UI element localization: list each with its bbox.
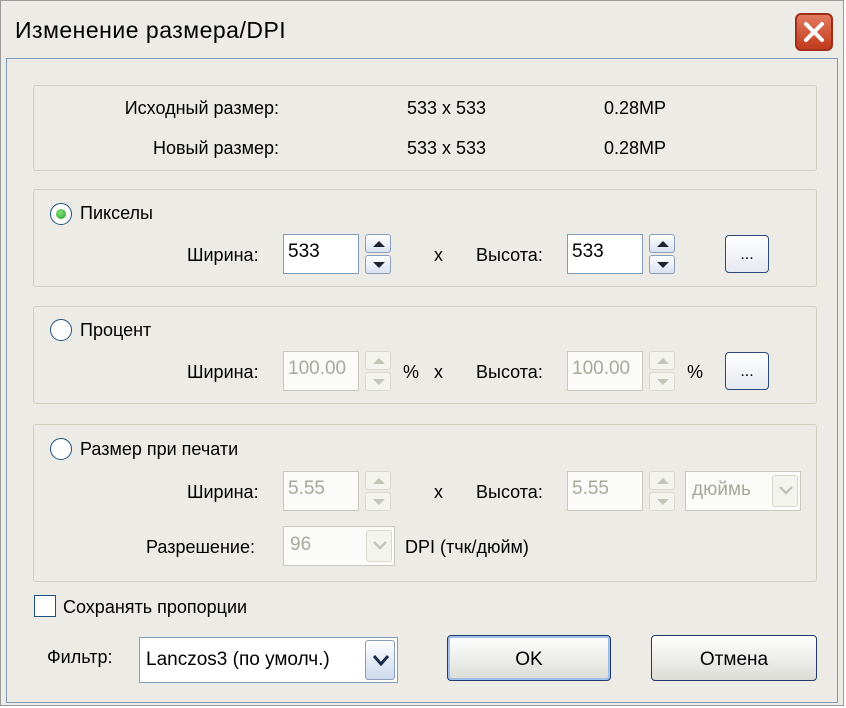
radio-selected-dot xyxy=(56,209,66,219)
percent-height-input[interactable]: 100.00 xyxy=(567,351,643,391)
arrow-up-icon xyxy=(657,241,669,247)
percent-height-label: Высота: xyxy=(476,362,543,382)
percent-width-input[interactable]: 100.00 xyxy=(283,351,359,391)
title-bar[interactable]: Изменение размера/DPI xyxy=(1,1,843,59)
spin-down-button[interactable] xyxy=(365,492,391,511)
percent-radio-label[interactable]: Процент xyxy=(80,320,151,341)
spin-down-button[interactable] xyxy=(649,492,675,511)
keep-aspect-checkbox[interactable] xyxy=(34,595,56,617)
pixels-height-input[interactable]: 533 xyxy=(567,234,643,274)
percent-width-stepper[interactable] xyxy=(365,351,391,391)
spin-up-button[interactable] xyxy=(649,234,675,253)
print-width-input[interactable]: 5.55 xyxy=(283,471,359,511)
percent-radio[interactable] xyxy=(50,319,72,341)
percent-width-unit: % xyxy=(403,362,420,382)
chevron-down-icon xyxy=(373,541,387,550)
arrow-down-icon xyxy=(657,499,669,505)
print-width-stepper[interactable] xyxy=(365,471,391,511)
pixels-width-input[interactable]: 533 xyxy=(283,234,359,274)
arrow-down-icon xyxy=(657,379,669,385)
resolution-select[interactable]: 96 xyxy=(283,526,395,566)
pixels-width-label: Ширина: xyxy=(187,245,259,265)
arrow-up-icon xyxy=(373,358,385,364)
cancel-button[interactable]: Отмена xyxy=(651,635,817,681)
percent-x-separator: x xyxy=(434,362,443,382)
keep-aspect-label[interactable]: Сохранять пропорции xyxy=(63,597,247,618)
filter-dropdown-button[interactable] xyxy=(365,640,395,680)
print-unit-select[interactable]: дюймь xyxy=(685,471,801,511)
percent-more-button[interactable]: ... xyxy=(725,352,769,390)
percent-height-stepper[interactable] xyxy=(649,351,675,391)
new-size-label: Новый размер: xyxy=(152,138,279,158)
filter-label: Фильтр: xyxy=(47,647,113,667)
resolution-unit: DPI (тчк/дюйм) xyxy=(405,537,529,557)
original-size-mp: 0.28MP xyxy=(604,98,667,118)
original-size-label: Исходный размер: xyxy=(124,98,279,118)
pixels-x-separator: x xyxy=(434,245,443,265)
ok-button[interactable]: OK xyxy=(447,635,611,681)
filter-select[interactable]: Lanczos3 (по умолч.) xyxy=(139,637,398,683)
arrow-up-icon xyxy=(373,241,385,247)
print-height-label: Высота: xyxy=(476,482,543,502)
new-size-mp: 0.28MP xyxy=(604,138,667,158)
spin-up-button[interactable] xyxy=(649,351,675,370)
arrow-up-icon xyxy=(373,478,385,484)
print-height-stepper[interactable] xyxy=(649,471,675,511)
spin-up-button[interactable] xyxy=(649,471,675,490)
pixels-width-stepper[interactable] xyxy=(365,234,391,274)
arrow-down-icon xyxy=(657,262,669,268)
chevron-down-icon xyxy=(373,655,389,666)
spin-up-button[interactable] xyxy=(365,471,391,490)
close-icon xyxy=(804,22,824,42)
resolution-value: 96 xyxy=(290,534,312,555)
percent-width-label: Ширина: xyxy=(187,362,259,382)
pixels-height-stepper[interactable] xyxy=(649,234,675,274)
print-unit-value: дюймь xyxy=(692,479,751,500)
print-x-separator: x xyxy=(434,482,443,502)
percent-height-unit: % xyxy=(687,362,704,382)
spin-up-button[interactable] xyxy=(365,234,391,253)
pixels-radio-label[interactable]: Пикселы xyxy=(80,203,153,224)
chevron-down-icon xyxy=(779,486,793,495)
pixels-radio[interactable] xyxy=(50,203,72,225)
spin-down-button[interactable] xyxy=(365,372,391,391)
arrow-down-icon xyxy=(373,262,385,268)
new-size-dims: 533 x 533 xyxy=(407,138,487,158)
filter-value: Lanczos3 (по умолч.) xyxy=(146,649,330,670)
spin-down-button[interactable] xyxy=(365,255,391,274)
resize-dpi-dialog: Изменение размера/DPI Исходный размер: 5… xyxy=(0,0,844,706)
resolution-label: Разрешение: xyxy=(146,537,255,557)
close-button[interactable] xyxy=(795,13,833,51)
spin-up-button[interactable] xyxy=(365,351,391,370)
print-size-radio[interactable] xyxy=(50,438,72,460)
window-title: Изменение размера/DPI xyxy=(15,17,287,43)
arrow-down-icon xyxy=(373,499,385,505)
print-unit-dropdown-button[interactable] xyxy=(772,475,798,507)
spin-down-button[interactable] xyxy=(649,372,675,391)
pixels-more-button[interactable]: ... xyxy=(725,235,769,273)
pixels-height-label: Высота: xyxy=(476,245,543,265)
spin-down-button[interactable] xyxy=(649,255,675,274)
arrow-up-icon xyxy=(657,358,669,364)
print-size-radio-label[interactable]: Размер при печати xyxy=(80,439,238,460)
resolution-dropdown-button[interactable] xyxy=(366,530,392,562)
original-size-dims: 533 x 533 xyxy=(407,98,487,118)
arrow-up-icon xyxy=(657,478,669,484)
print-height-input[interactable]: 5.55 xyxy=(567,471,643,511)
arrow-down-icon xyxy=(373,379,385,385)
print-width-label: Ширина: xyxy=(187,482,259,502)
